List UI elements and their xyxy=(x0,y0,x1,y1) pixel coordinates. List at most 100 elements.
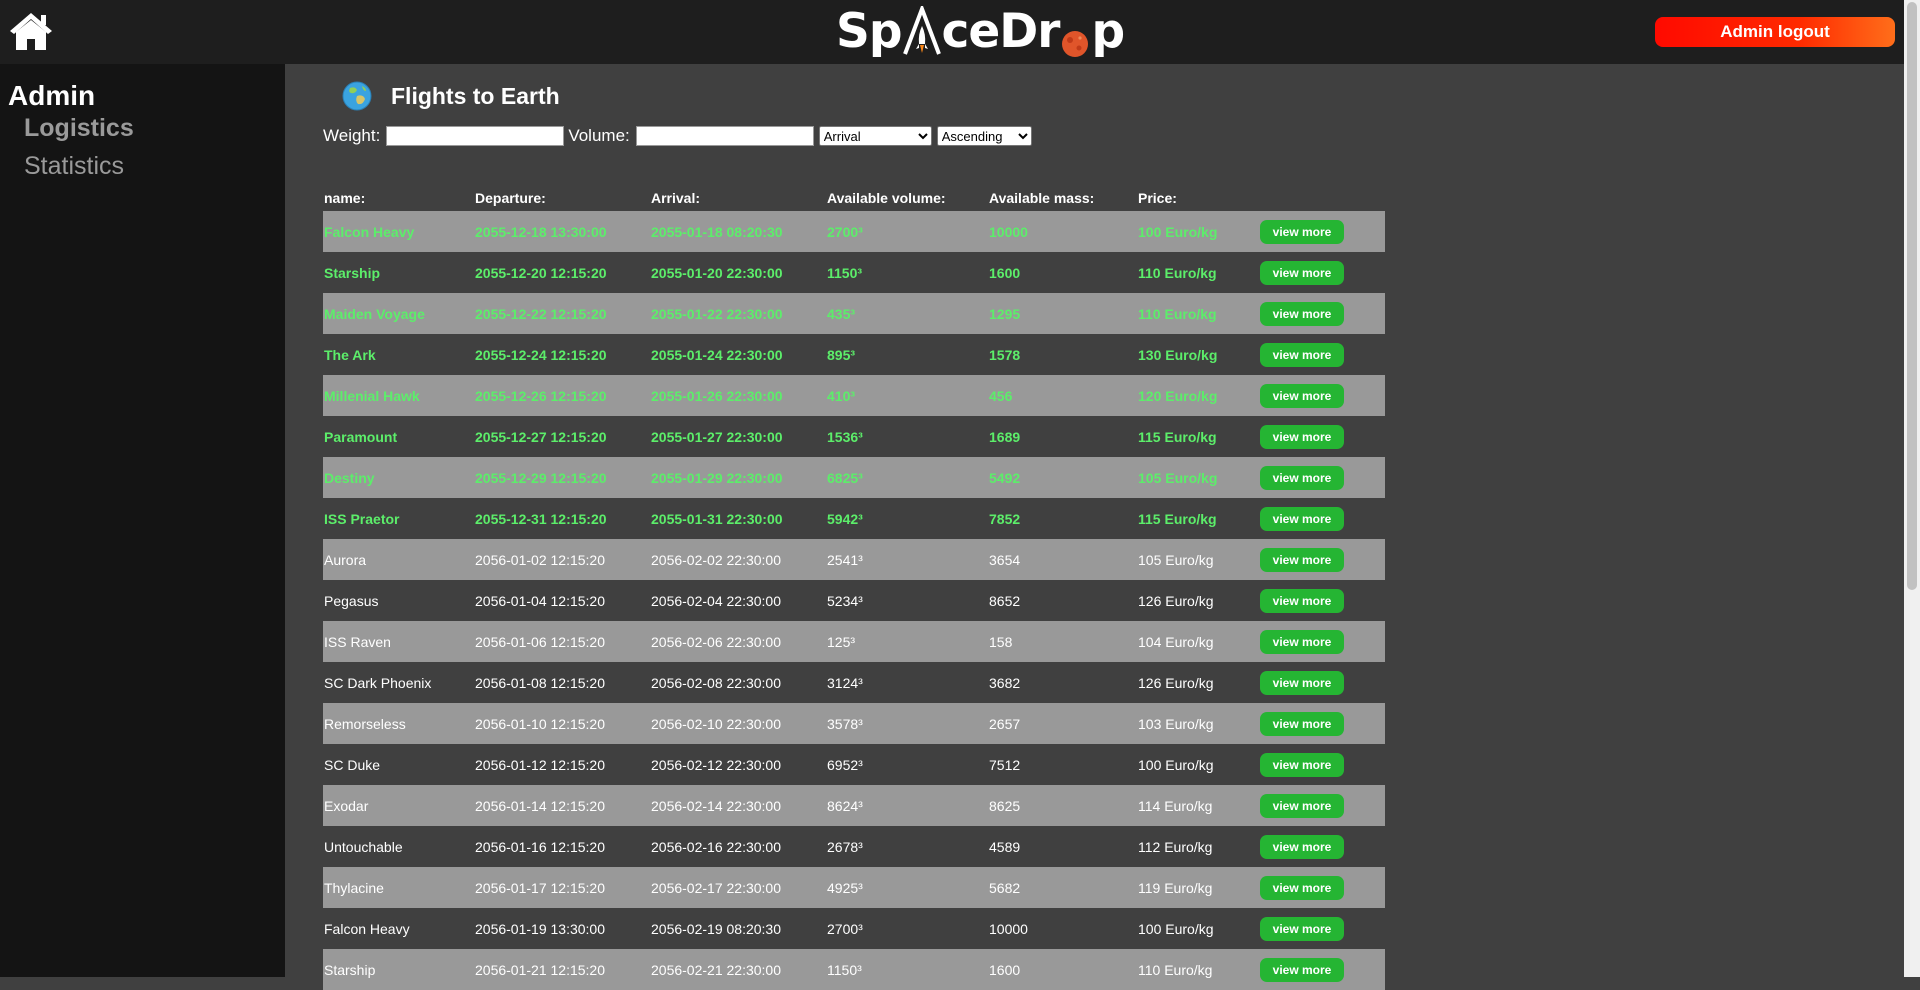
view-more-button[interactable]: view more xyxy=(1260,425,1344,449)
cell-volume: 6825³ xyxy=(827,470,863,486)
sort-field-select[interactable]: Arrival xyxy=(818,126,932,146)
planet-icon xyxy=(1060,16,1090,57)
view-more-button[interactable]: view more xyxy=(1260,917,1344,941)
cell-mass: 3682 xyxy=(989,675,1021,691)
cell-price: 115 Euro/kg xyxy=(1138,511,1217,527)
cell-departure: 2056-01-08 12:15:20 xyxy=(475,675,605,691)
table-row: Thylacine 2056-01-17 12:15:20 2056-02-17 2… xyxy=(323,867,1385,908)
view-more-button[interactable]: view more xyxy=(1260,548,1344,572)
cell-name: Millenial Hawk xyxy=(324,388,420,404)
cell-arrival: 2056-02-16 22:30:00 xyxy=(651,839,781,855)
column-header-volume: Available volume: xyxy=(827,190,946,206)
view-more-button[interactable]: view more xyxy=(1260,302,1344,326)
cell-departure: 2056-01-19 13:30:00 xyxy=(475,921,605,937)
view-more-button[interactable]: view more xyxy=(1260,712,1344,736)
column-header-price: Price: xyxy=(1138,190,1177,206)
cell-price: 100 Euro/kg xyxy=(1138,224,1218,240)
cell-price: 112 Euro/kg xyxy=(1138,839,1213,855)
cell-arrival: 2056-02-12 22:30:00 xyxy=(651,757,781,773)
table-row: SC Dark Phoenix 2056-01-08 12:15:20 2056-0… xyxy=(323,662,1385,703)
cell-name: ISS Praetor xyxy=(324,511,400,527)
view-more-button[interactable]: view more xyxy=(1260,794,1344,818)
cell-volume: 5234³ xyxy=(827,593,863,609)
cell-volume: 3124³ xyxy=(827,675,863,691)
cell-name: SC Dark Phoenix xyxy=(324,675,432,691)
table-row: Untouchable 2056-01-16 12:15:20 2056-02-16… xyxy=(323,826,1385,867)
column-header-departure: Departure: xyxy=(475,190,546,206)
cell-price: 110 Euro/kg xyxy=(1138,962,1213,978)
cell-name: Remorseless xyxy=(324,716,406,732)
cell-volume: 5942³ xyxy=(827,511,863,527)
cell-volume: 1150³ xyxy=(827,265,863,281)
cell-name: Exodar xyxy=(324,798,369,814)
cell-name: Destiny xyxy=(324,470,375,486)
view-more-button[interactable]: view more xyxy=(1260,835,1344,859)
view-more-button[interactable]: view more xyxy=(1260,384,1344,408)
table-row: ISS Praetor 2055-12-31 12:15:20 2055-01-31… xyxy=(323,498,1385,539)
view-more-button[interactable]: view more xyxy=(1260,466,1344,490)
sort-order-select[interactable]: Ascending xyxy=(936,126,1032,146)
view-more-button[interactable]: view more xyxy=(1260,343,1344,367)
table-row: ISS Raven 2056-01-06 12:15:20 2056-02-06 2… xyxy=(323,621,1385,662)
volume-input[interactable] xyxy=(635,126,814,146)
cell-price: 105 Euro/kg xyxy=(1138,470,1218,486)
cell-volume: 4925³ xyxy=(827,880,863,896)
cell-mass: 8625 xyxy=(989,798,1021,814)
cell-arrival: 2055-01-24 22:30:00 xyxy=(651,347,783,363)
admin-logout-button[interactable]: Admin logout xyxy=(1655,17,1895,47)
cell-name: Paramount xyxy=(324,429,398,445)
view-more-button[interactable]: view more xyxy=(1260,220,1344,244)
page-title: Flights to Earth xyxy=(391,82,560,109)
view-more-button[interactable]: view more xyxy=(1260,958,1344,982)
cell-mass: 7512 xyxy=(989,757,1021,773)
cell-mass: 5492 xyxy=(989,470,1021,486)
weight-label: Weight: xyxy=(323,126,381,145)
cell-departure: 2056-01-16 12:15:20 xyxy=(475,839,605,855)
cell-mass: 1689 xyxy=(989,429,1021,445)
cell-arrival: 2055-01-20 22:30:00 xyxy=(651,265,783,281)
top-bar: Sp ceDr p Admin logout xyxy=(0,0,1904,64)
cell-arrival: 2056-02-21 22:30:00 xyxy=(651,962,781,978)
table-row: Remorseless 2056-01-10 12:15:20 2056-02-10… xyxy=(323,703,1385,744)
cell-departure: 2056-01-10 12:15:20 xyxy=(475,716,605,732)
cell-mass: 7852 xyxy=(989,511,1021,527)
cell-volume: 1536³ xyxy=(827,429,863,445)
cell-arrival: 2055-01-27 22:30:00 xyxy=(651,429,783,445)
cell-price: 126 Euro/kg xyxy=(1138,675,1214,691)
vertical-scrollbar[interactable] xyxy=(1904,0,1920,977)
cell-volume: 6952³ xyxy=(827,757,863,773)
cell-departure: 2055-12-26 12:15:20 xyxy=(475,388,607,404)
sidebar-item-statistics[interactable]: Statistics xyxy=(24,152,124,181)
cell-name: Falcon Heavy xyxy=(324,224,415,240)
view-more-button[interactable]: view more xyxy=(1260,630,1344,654)
flights-table: name: Departure: Arrival: Available volu… xyxy=(323,186,1385,990)
view-more-button[interactable]: view more xyxy=(1260,876,1344,900)
scrollbar-thumb[interactable] xyxy=(1907,2,1917,590)
view-more-button[interactable]: view more xyxy=(1260,671,1344,695)
cell-volume: 3578³ xyxy=(827,716,863,732)
view-more-button[interactable]: view more xyxy=(1260,589,1344,613)
cell-arrival: 2056-02-02 22:30:00 xyxy=(651,552,781,568)
cell-mass: 4589 xyxy=(989,839,1021,855)
cell-departure: 2056-01-12 12:15:20 xyxy=(475,757,605,773)
cell-volume: 2700³ xyxy=(827,921,863,937)
cell-departure: 2055-12-22 12:15:20 xyxy=(475,306,607,322)
cell-price: 104 Euro/kg xyxy=(1138,634,1214,650)
globe-icon xyxy=(341,80,373,112)
weight-input[interactable] xyxy=(386,126,565,146)
cell-departure: 2056-01-17 12:15:20 xyxy=(475,880,605,896)
view-more-button[interactable]: view more xyxy=(1260,507,1344,531)
sidebar-item-logistics[interactable]: Logistics xyxy=(24,114,134,143)
cell-arrival: 2055-01-18 08:20:30 xyxy=(651,224,783,240)
table-row: Maiden Voyage 2055-12-22 12:15:20 2055-01-… xyxy=(323,293,1385,334)
view-more-button[interactable]: view more xyxy=(1260,261,1344,285)
table-row: Destiny 2055-12-29 12:15:20 2055-01-29 22:… xyxy=(323,457,1385,498)
cell-mass: 2657 xyxy=(989,716,1021,732)
table-row: Exodar 2056-01-14 12:15:20 2056-02-14 22:3… xyxy=(323,785,1385,826)
column-header-mass: Available mass: xyxy=(989,190,1095,206)
sidebar-heading: Admin xyxy=(8,80,96,111)
column-header-arrival: Arrival: xyxy=(651,190,701,206)
view-more-button[interactable]: view more xyxy=(1260,753,1344,777)
cell-arrival: 2056-02-08 22:30:00 xyxy=(651,675,781,691)
home-icon[interactable] xyxy=(8,10,54,52)
